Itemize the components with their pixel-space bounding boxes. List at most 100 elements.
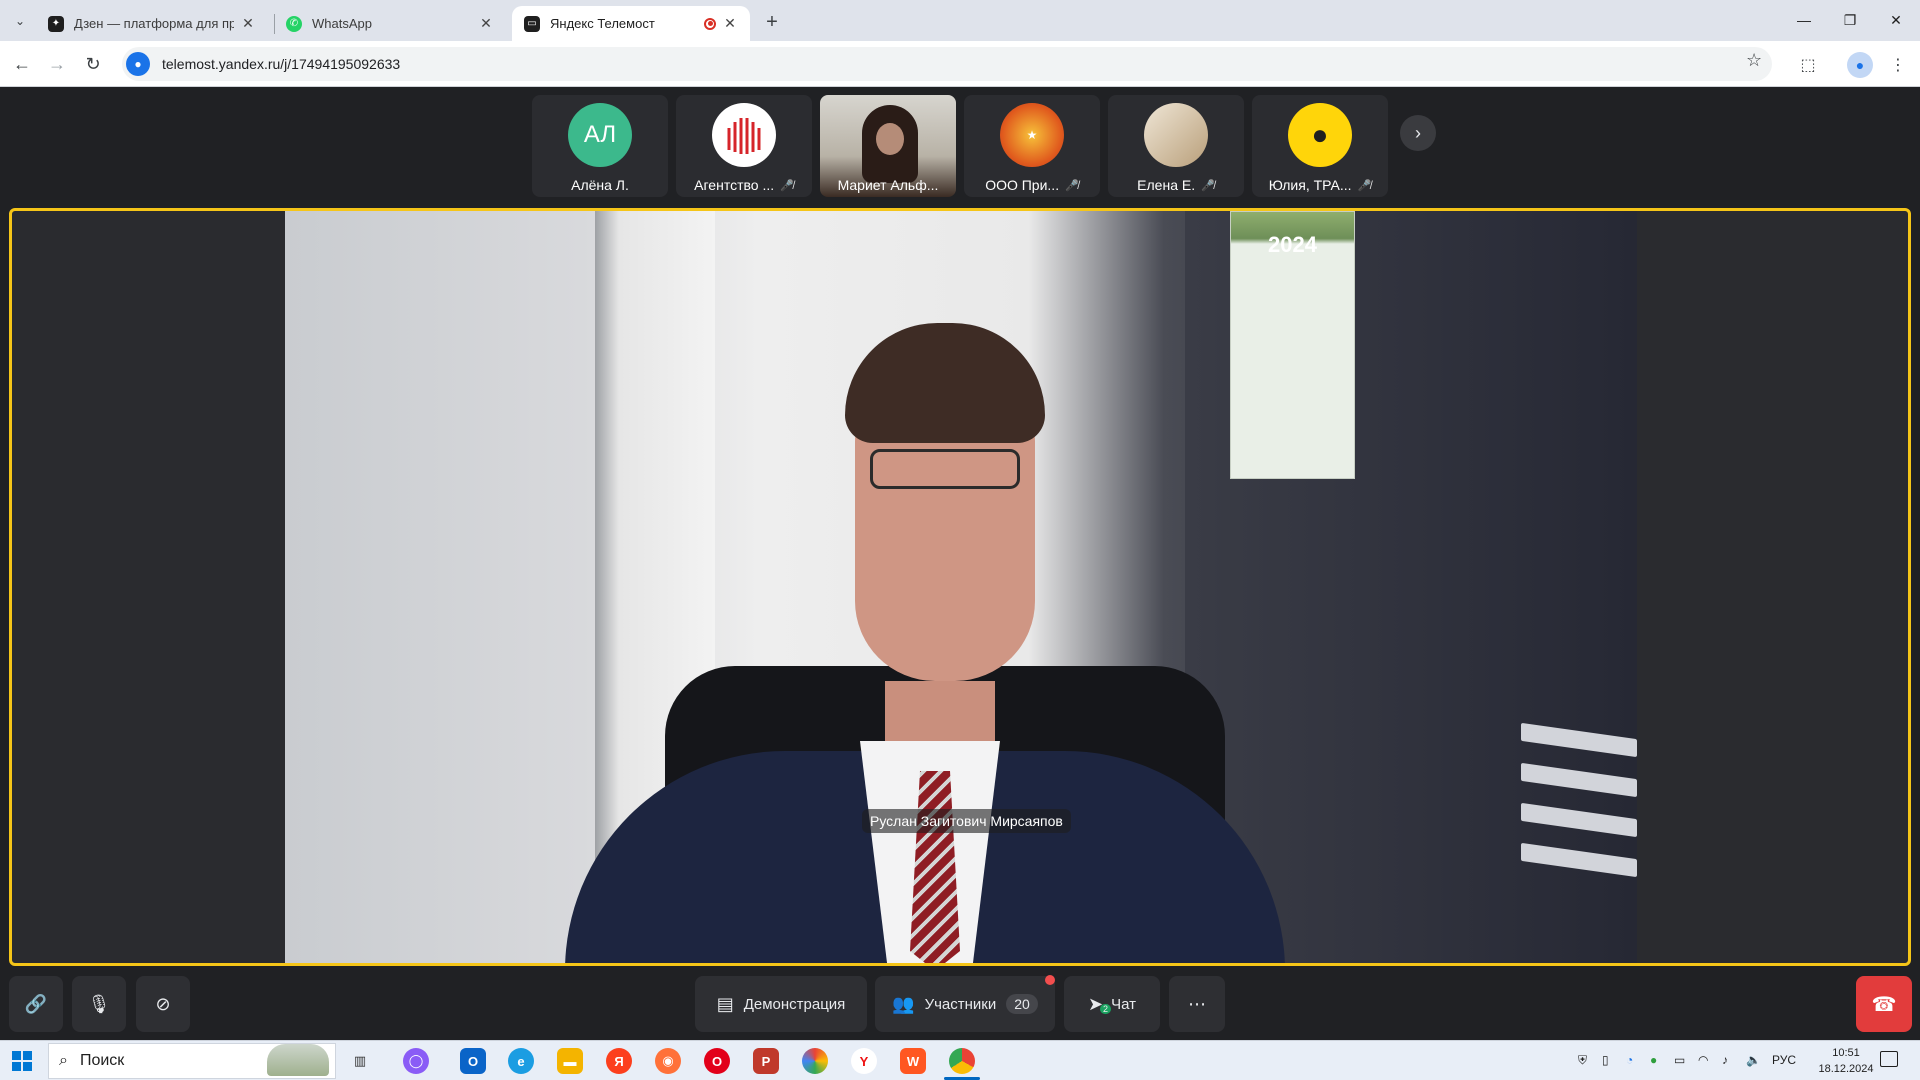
participant-name: Елена Е. — [1137, 177, 1196, 193]
task-view-icon[interactable]: ▥ — [347, 1048, 373, 1074]
back-button[interactable]: ← — [8, 50, 36, 78]
participant-tile[interactable]: Мариет Альф... — [820, 95, 956, 197]
mic-icon[interactable]: ♪ — [1722, 1053, 1728, 1067]
search-icon: ⌕ — [59, 1052, 68, 1069]
picasa-icon[interactable] — [802, 1048, 828, 1074]
participant-name: Мариет Альф... — [837, 177, 939, 193]
volume-icon[interactable]: 🔈 — [1746, 1053, 1761, 1067]
yandex-browser-icon[interactable]: Y — [851, 1048, 877, 1074]
forward-button[interactable]: → — [43, 50, 71, 78]
chat-button[interactable]: ➤ 2 Чат — [1064, 976, 1160, 1032]
pdf-icon[interactable]: P — [753, 1048, 779, 1074]
wall-calendar: 2024 — [1230, 211, 1355, 479]
whatsapp-icon: ✆ — [286, 15, 302, 32]
extensions-icon[interactable]: ⬚ — [1794, 51, 1822, 79]
tab-title: Дзен — платформа для просмотра — [74, 16, 234, 31]
send-icon: ➤ 2 — [1088, 994, 1112, 1015]
menu-kebab-icon[interactable]: ⋮ — [1884, 51, 1912, 79]
url-text[interactable]: telemost.yandex.ru/j/17494195092633 — [162, 56, 400, 72]
opera-icon[interactable]: O — [704, 1048, 730, 1074]
file-explorer-icon[interactable]: ▬ — [557, 1048, 583, 1074]
outlook-icon[interactable]: O — [460, 1048, 486, 1074]
windows-start-icon[interactable] — [12, 1051, 32, 1071]
tab-telemost[interactable]: ▭ Яндекс Телемост ✕ — [512, 6, 750, 41]
microphone-button[interactable]: 🎙 — [72, 976, 126, 1032]
recording-icon — [704, 17, 716, 30]
camera-button[interactable]: ⊘ — [136, 976, 190, 1032]
minimize-button[interactable]: — — [1784, 8, 1824, 32]
arrow-right-icon: → — [48, 53, 66, 74]
alice-icon[interactable]: ◯ — [403, 1048, 429, 1074]
participants-button[interactable]: 👥 Участники 20 — [875, 976, 1055, 1032]
avatar: АЛ — [568, 103, 632, 167]
wifi-icon[interactable]: ◠ — [1698, 1053, 1708, 1067]
user-icon: ● — [1288, 103, 1352, 167]
participant-tile[interactable]: ★ ООО При... 🎤̸ — [964, 95, 1100, 197]
participant-tile[interactable]: Елена Е. 🎤̸ — [1108, 95, 1244, 197]
bookmark-star-icon[interactable]: ☆ — [1746, 50, 1762, 71]
mic-off-icon: 🎤̸ — [1357, 179, 1372, 192]
display-icon[interactable]: ▭ — [1674, 1053, 1685, 1067]
search-placeholder: Поиск — [79, 1052, 125, 1069]
browser-toolbar: ← → ↻ ● telemost.yandex.ru/j/17494195092… — [0, 41, 1920, 87]
participant-name: Алёна Л. — [571, 177, 629, 193]
new-tab-button[interactable]: + — [758, 8, 786, 36]
clock-time: 10:51 — [1832, 1047, 1860, 1059]
chat-unread-badge: 2 — [1100, 1003, 1112, 1014]
restore-icon: ❐ — [1843, 11, 1857, 28]
participant-tile[interactable]: ● Юлия, ТРА... 🎤̸ — [1252, 95, 1388, 197]
windows-taskbar: ⌕ Поиск ▥ ◯ O e ▬ Я ◉ O P Y W ⛨ ▯ ◔ ● ▭ … — [0, 1040, 1920, 1080]
taskbar-search[interactable]: ⌕ Поиск — [48, 1043, 336, 1079]
mic-off-icon: 🎤̸ — [780, 179, 794, 192]
next-participants-button[interactable]: › — [1400, 115, 1436, 151]
screen-share-button[interactable]: ▤ Демонстрация — [695, 976, 867, 1032]
profile-icon: ● — [1847, 52, 1873, 78]
more-horizontal-icon: ⋯ — [1188, 993, 1206, 1014]
tab-search-button[interactable]: ⌄ — [8, 9, 32, 33]
tab-whatsapp[interactable]: ✆ WhatsApp ✕ — [274, 6, 506, 41]
participants-count-badge: 20 — [1006, 994, 1038, 1014]
arrow-left-icon: ← — [13, 53, 31, 74]
speaker-name-label: Руслан Загитович Мирсаяпов — [862, 809, 1071, 833]
clock[interactable]: 10:51 18.12.2024 — [1816, 1045, 1876, 1077]
close-icon[interactable]: ✕ — [722, 15, 738, 32]
battery-icon[interactable]: ▯ — [1602, 1053, 1609, 1067]
reload-button[interactable]: ↻ — [79, 50, 107, 78]
search-highlight-image — [267, 1044, 329, 1076]
language-indicator[interactable]: РУС — [1772, 1053, 1796, 1067]
close-icon: ✕ — [1890, 11, 1902, 28]
close-icon[interactable]: ✕ — [240, 15, 256, 32]
close-window-button[interactable]: ✕ — [1876, 8, 1916, 32]
screen-share-icon: ▤ — [716, 993, 734, 1014]
edge-icon[interactable]: e — [508, 1048, 534, 1074]
profile-button[interactable]: ● — [1846, 51, 1874, 79]
end-call-button[interactable]: ☎ — [1856, 976, 1912, 1032]
notification-center-icon[interactable] — [1880, 1051, 1898, 1067]
avatar — [1144, 103, 1208, 167]
people-icon: 👥 — [892, 993, 915, 1014]
firefox-icon[interactable]: ◉ — [655, 1048, 681, 1074]
microphone-icon: 🎙 — [87, 993, 111, 1014]
shield-icon[interactable]: ⛨ — [1578, 1053, 1587, 1068]
tray-green-icon[interactable]: ● — [1650, 1053, 1657, 1067]
link-icon: 🔗 — [24, 993, 48, 1014]
tray-app-icon[interactable]: ◔ — [1626, 1053, 1633, 1067]
yandex-icon[interactable]: Я — [606, 1048, 632, 1074]
active-speaker-frame[interactable]: 2024 Руслан Загитович Мирсаяпов — [9, 208, 1911, 966]
chrome-icon[interactable] — [949, 1048, 975, 1074]
agency-logo-icon — [727, 118, 761, 154]
more-options-button[interactable]: ⋯ — [1169, 976, 1225, 1032]
avatar — [712, 103, 776, 167]
address-bar[interactable]: ● telemost.yandex.ru/j/17494195092633 — [122, 47, 1772, 81]
participant-tile[interactable]: Агентство ... 🎤̸ — [676, 95, 812, 197]
wps-icon[interactable]: W — [900, 1048, 926, 1074]
participant-strip: АЛ Алёна Л. Агентство ... 🎤̸ Мариет Альф.… — [532, 95, 1388, 197]
microphone-icon[interactable]: ● — [126, 52, 150, 76]
participant-tile[interactable]: АЛ Алёна Л. — [532, 95, 668, 197]
reload-icon: ↻ — [85, 53, 101, 74]
restore-button[interactable]: ❐ — [1830, 8, 1870, 32]
telemost-icon: ▭ — [524, 15, 540, 32]
close-icon[interactable]: ✕ — [478, 15, 494, 32]
tab-dzen[interactable]: ✦ Дзен — платформа для просмотра ✕ — [36, 6, 268, 41]
copy-link-button[interactable]: 🔗 — [9, 976, 63, 1032]
